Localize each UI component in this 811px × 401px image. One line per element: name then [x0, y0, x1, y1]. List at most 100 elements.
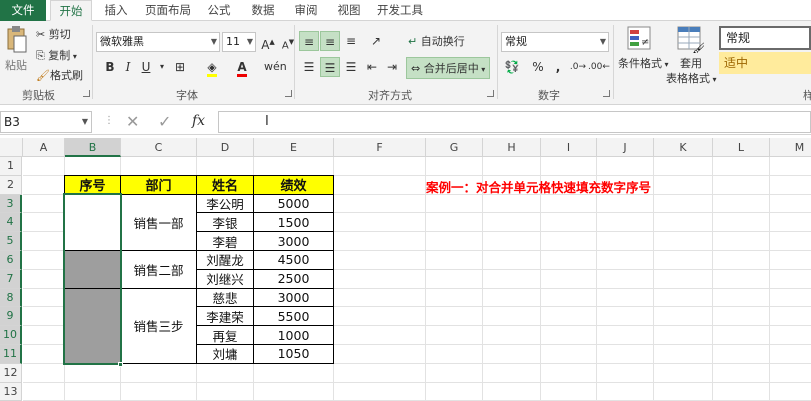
conditional-format-icon[interactable]: ≠: [626, 25, 654, 53]
performance-cell[interactable]: 5000: [253, 193, 334, 214]
decrease-font-icon[interactable]: A▼: [278, 32, 298, 52]
decrease-decimal-icon[interactable]: .00←: [588, 57, 610, 77]
italic-icon[interactable]: I: [118, 57, 138, 77]
row-header-13[interactable]: 13: [0, 382, 22, 401]
performance-cell[interactable]: 3000: [253, 287, 334, 308]
name-cell[interactable]: 再复: [196, 325, 254, 345]
tab-data[interactable]: 数据: [244, 0, 282, 21]
align-top-icon[interactable]: ≡: [299, 31, 319, 51]
row-header-7[interactable]: 7: [0, 269, 22, 289]
copy-button[interactable]: ⎘ 复制 ▾: [36, 47, 77, 63]
insert-function-icon[interactable]: fx: [192, 113, 205, 129]
align-center-icon[interactable]: ☰: [320, 57, 340, 77]
clipboard-launcher-icon[interactable]: [83, 90, 90, 97]
performance-cell[interactable]: 1500: [253, 212, 334, 233]
name-cell[interactable]: 李公明: [196, 193, 254, 214]
percent-icon[interactable]: %: [528, 57, 548, 77]
row-header-12[interactable]: 12: [0, 363, 22, 383]
number-launcher-icon[interactable]: [603, 90, 610, 97]
increase-indent-icon[interactable]: ⇥: [382, 57, 402, 77]
row-header-4[interactable]: 4: [0, 213, 22, 233]
format-painter-button[interactable]: 🖌格式刷: [36, 67, 83, 83]
name-cell[interactable]: 刘继兴: [196, 268, 254, 289]
header-cell-name[interactable]: 姓名: [196, 174, 254, 195]
column-header-m[interactable]: M: [770, 138, 811, 157]
currency-icon[interactable]: 💱: [502, 57, 522, 77]
performance-cell[interactable]: 5500: [253, 306, 334, 327]
column-header-g[interactable]: G: [426, 138, 483, 157]
name-cell[interactable]: 李建荣: [196, 306, 254, 327]
column-header-b[interactable]: B: [65, 138, 121, 157]
tab-view[interactable]: 视图: [330, 0, 368, 21]
row-header-2[interactable]: 2: [0, 175, 22, 195]
column-header-f[interactable]: F: [334, 138, 426, 157]
name-cell[interactable]: 李银: [196, 212, 254, 233]
worksheet-grid[interactable]: ABCDEFGHIJKLM 1 2 3 4 5 6 7 8 9 10 11 12 13 序号 部门 姓名 绩效…: [0, 138, 811, 401]
performance-cell[interactable]: 1000: [253, 325, 334, 345]
row-header-10[interactable]: 10: [0, 326, 22, 345]
name-box[interactable]: B3 ▼: [0, 111, 92, 133]
formula-input[interactable]: I: [218, 111, 811, 133]
row-header-6[interactable]: 6: [0, 251, 22, 270]
department-cell[interactable]: 销售一部: [120, 193, 197, 251]
name-cell[interactable]: 刘醒龙: [196, 250, 254, 270]
column-header-i[interactable]: I: [541, 138, 597, 157]
column-header-h[interactable]: H: [483, 138, 541, 157]
increase-font-icon[interactable]: A▲: [258, 32, 278, 52]
align-right-icon[interactable]: ☰: [341, 57, 361, 77]
performance-cell[interactable]: 4500: [253, 250, 334, 270]
name-cell[interactable]: 李碧: [196, 231, 254, 251]
decrease-indent-icon[interactable]: ⇤: [362, 57, 382, 77]
serial-cell-merged[interactable]: [64, 193, 121, 251]
format-as-table-icon[interactable]: 🖌: [676, 25, 707, 55]
increase-decimal-icon[interactable]: .0→: [568, 57, 588, 77]
chevron-down-icon[interactable]: ▾: [152, 57, 172, 77]
conditional-format-button[interactable]: 条件格式 ▾: [618, 55, 669, 71]
row-header-11[interactable]: 11: [0, 345, 22, 364]
style-neutral[interactable]: 适中: [719, 52, 811, 74]
header-cell-performance[interactable]: 绩效: [253, 174, 334, 195]
paste-button[interactable]: [6, 25, 28, 55]
header-cell-serial[interactable]: 序号: [64, 174, 121, 195]
font-size-dropdown[interactable]: 11 ▼: [222, 32, 256, 52]
comma-icon[interactable]: ,: [548, 57, 568, 77]
column-header-d[interactable]: D: [197, 138, 254, 157]
phonetic-icon[interactable]: wén: [264, 57, 287, 77]
orientation-icon[interactable]: ↗: [366, 31, 386, 51]
tab-file[interactable]: 文件: [0, 0, 46, 21]
performance-cell[interactable]: 3000: [253, 231, 334, 251]
fill-color-icon[interactable]: ◈: [202, 57, 222, 77]
row-header-8[interactable]: 8: [0, 288, 22, 308]
department-cell[interactable]: 销售二部: [120, 250, 197, 289]
cut-button[interactable]: ✂ 剪切: [36, 26, 71, 42]
font-color-icon[interactable]: A: [232, 57, 252, 77]
tab-formulas[interactable]: 公式: [200, 0, 238, 21]
tab-review[interactable]: 审阅: [287, 0, 325, 21]
tab-developer[interactable]: 开发工具: [372, 0, 428, 21]
format-as-table-button[interactable]: 表格格式 ▾: [666, 70, 717, 86]
serial-cell-merged-selected[interactable]: [64, 287, 121, 364]
performance-cell[interactable]: 1050: [253, 344, 334, 364]
enter-icon[interactable]: ✓: [158, 112, 171, 131]
font-name-dropdown[interactable]: 微软雅黑 ▼: [96, 32, 220, 52]
row-header-5[interactable]: 5: [0, 232, 22, 251]
align-middle-icon[interactable]: ≡: [320, 31, 340, 51]
column-header-j[interactable]: J: [597, 138, 654, 157]
column-header-c[interactable]: C: [121, 138, 197, 157]
performance-cell[interactable]: 2500: [253, 268, 334, 289]
fill-handle[interactable]: [118, 361, 123, 367]
column-header-a[interactable]: A: [23, 138, 65, 157]
column-header-l[interactable]: L: [713, 138, 770, 157]
bold-icon[interactable]: B: [100, 57, 120, 77]
select-all-corner[interactable]: [0, 138, 23, 157]
name-cell[interactable]: 刘墉: [196, 344, 254, 364]
alignment-launcher-icon[interactable]: [487, 90, 494, 97]
cancel-icon[interactable]: ✕: [126, 112, 139, 131]
font-launcher-icon[interactable]: [285, 90, 292, 97]
department-cell[interactable]: 销售三步: [120, 287, 197, 364]
column-header-k[interactable]: K: [654, 138, 713, 157]
header-cell-department[interactable]: 部门: [120, 174, 197, 195]
merge-center-button[interactable]: ⇔ 合并后居中 ▾: [406, 57, 491, 79]
row-header-3[interactable]: 3: [0, 194, 22, 214]
style-normal[interactable]: 常规: [719, 26, 811, 50]
